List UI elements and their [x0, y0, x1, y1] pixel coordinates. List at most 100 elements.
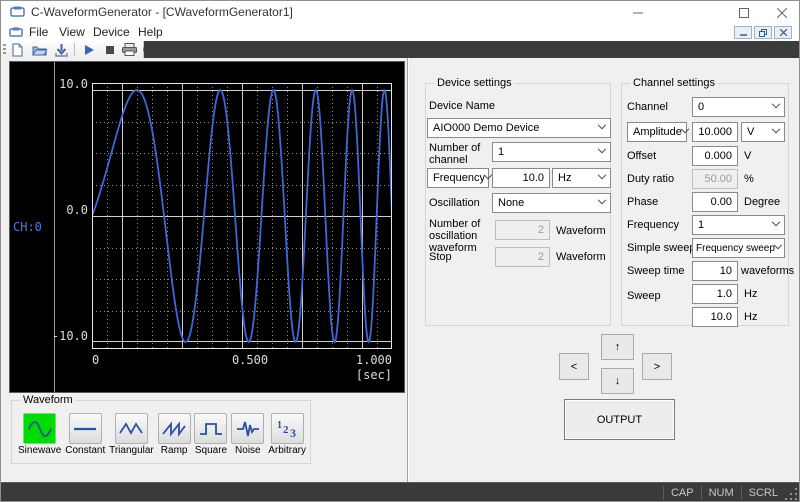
x-tick-0: 0 — [92, 353, 99, 367]
sweep-time-unit: waveforms — [741, 265, 794, 277]
caps-lock-indicator: CAP — [663, 486, 701, 500]
triangular-button[interactable] — [115, 413, 148, 444]
down-button[interactable]: ↓ — [601, 368, 634, 394]
panel-divider — [407, 58, 409, 482]
mdi-close-button[interactable] — [774, 26, 792, 39]
oscillation-select[interactable]: None — [492, 193, 611, 213]
osc-waveform-count-input — [495, 220, 550, 240]
sweep-time-label: Sweep time — [627, 265, 684, 277]
device-frequency-input[interactable] — [492, 168, 550, 188]
channel-label: CH:0 — [13, 220, 42, 234]
device-settings-title: Device settings — [434, 77, 515, 89]
mdi-restore-button[interactable] — [754, 26, 772, 39]
save-icon[interactable] — [53, 42, 69, 57]
menu-device[interactable]: Device — [91, 25, 132, 39]
x-tick-1: 1.000 — [342, 353, 392, 367]
osc-waveform-count-unit: Waveform — [556, 225, 606, 237]
simple-sweep-select[interactable]: Frequency sweep — [692, 238, 785, 258]
num-lock-indicator: NUM — [701, 486, 741, 500]
waveform-option-label: Square — [195, 445, 227, 456]
new-file-icon[interactable] — [10, 42, 26, 57]
waveform-option-noise: Noise — [231, 413, 264, 456]
device-name-select[interactable]: AIO000 Demo Device — [427, 118, 611, 138]
play-icon[interactable] — [81, 42, 97, 57]
amplitude-mode-select[interactable]: Amplitude — [627, 122, 687, 142]
square-wave-icon — [198, 419, 224, 439]
menu-file[interactable]: File — [27, 25, 50, 39]
print-icon[interactable] — [121, 42, 137, 57]
waveform-option-square: Square — [194, 413, 227, 456]
resize-grip-icon[interactable] — [785, 483, 799, 502]
x-axis-unit: [sec] — [342, 368, 392, 382]
offset-label: Offset — [627, 150, 656, 162]
svg-text:3: 3 — [290, 426, 296, 440]
waveform-display: CH:0 10.0 0.0 -10.0 0 0.500 1.000 [sec] — [9, 61, 405, 393]
stop-label: Stop — [429, 251, 452, 263]
main-content: CH:0 10.0 0.0 -10.0 0 0.500 1.000 [sec] … — [1, 58, 799, 482]
y-tick-10: 10.0 — [48, 77, 88, 91]
noise-wave-icon — [235, 419, 261, 439]
sinewave-button[interactable] — [23, 413, 56, 444]
close-button[interactable] — [769, 4, 795, 21]
channel-label: Channel — [627, 101, 668, 113]
output-button[interactable]: OUTPUT — [564, 399, 675, 440]
y-tick-m10: -10.0 — [48, 329, 88, 343]
arbitrary-button[interactable]: 123 — [271, 413, 304, 444]
waveform-option-label: Constant — [65, 445, 105, 456]
phase-unit: Degree — [744, 196, 780, 208]
channel-select[interactable]: 0 — [692, 97, 785, 117]
right-button[interactable]: > — [642, 353, 672, 380]
offset-input[interactable] — [692, 146, 738, 166]
waveform-option-label: Sinewave — [18, 445, 61, 456]
waveform-option-triangular: Triangular — [109, 413, 154, 456]
maximize-button[interactable] — [731, 4, 757, 21]
sweep-start-input[interactable] — [692, 284, 738, 304]
stop-icon[interactable] — [102, 42, 118, 57]
menu-view[interactable]: View — [57, 25, 87, 39]
frequency-unit-select[interactable]: Hz — [552, 168, 611, 188]
sine-wave-icon — [27, 419, 53, 439]
duty-ratio-input — [692, 169, 738, 189]
waveform-option-label: Ramp — [161, 445, 188, 456]
open-folder-icon[interactable] — [31, 42, 47, 57]
chevron-down-icon — [772, 100, 780, 108]
noise-button[interactable] — [231, 413, 264, 444]
toolbar-separator — [74, 43, 75, 56]
device-settings-group: Device settings Device Name AIO000 Demo … — [425, 83, 611, 326]
waveform-option-constant: Constant — [65, 413, 105, 456]
channel-frequency-select[interactable]: 1 — [692, 215, 785, 235]
offset-unit: V — [744, 150, 751, 162]
document-icon[interactable] — [9, 27, 23, 38]
minimize-button[interactable] — [625, 4, 651, 21]
sweep-end-input[interactable] — [692, 307, 738, 327]
up-button[interactable]: ↑ — [601, 334, 634, 360]
toolbar: ? — [1, 41, 144, 58]
oscillation-label: Oscillation — [429, 197, 480, 209]
sweep-time-input[interactable] — [692, 261, 738, 281]
sweep-start-unit: Hz — [744, 288, 757, 300]
frequency-mode-select[interactable]: Frequency — [427, 168, 489, 188]
amplitude-input[interactable] — [692, 122, 738, 142]
app-icon — [10, 6, 25, 18]
constant-button[interactable] — [69, 413, 102, 444]
sweep-label: Sweep — [627, 290, 661, 302]
amplitude-unit-select[interactable]: V — [741, 122, 785, 142]
channel-settings-title: Channel settings — [630, 77, 718, 89]
svg-text:1: 1 — [277, 420, 282, 431]
toolbar-grip[interactable] — [3, 44, 6, 55]
x-tick-05: 0.500 — [217, 353, 283, 367]
device-name-label: Device Name — [429, 100, 495, 112]
waveform-group-title: Waveform — [20, 394, 76, 406]
square-button[interactable] — [194, 413, 227, 444]
left-button[interactable]: < — [559, 353, 589, 380]
waveform-option-ramp: Ramp — [158, 413, 191, 456]
ramp-wave-icon — [161, 419, 187, 439]
channel-count-select[interactable]: 1 — [492, 142, 611, 162]
ramp-button[interactable] — [158, 413, 191, 444]
title-bar: C-WaveformGenerator - [CWaveformGenerato… — [1, 1, 799, 23]
menu-help[interactable]: Help — [136, 25, 165, 39]
simple-sweep-label: Simple sweep — [627, 242, 695, 254]
phase-input[interactable] — [692, 192, 738, 212]
mdi-minimize-button[interactable] — [734, 26, 752, 39]
scroll-lock-indicator: SCRL — [741, 486, 785, 500]
